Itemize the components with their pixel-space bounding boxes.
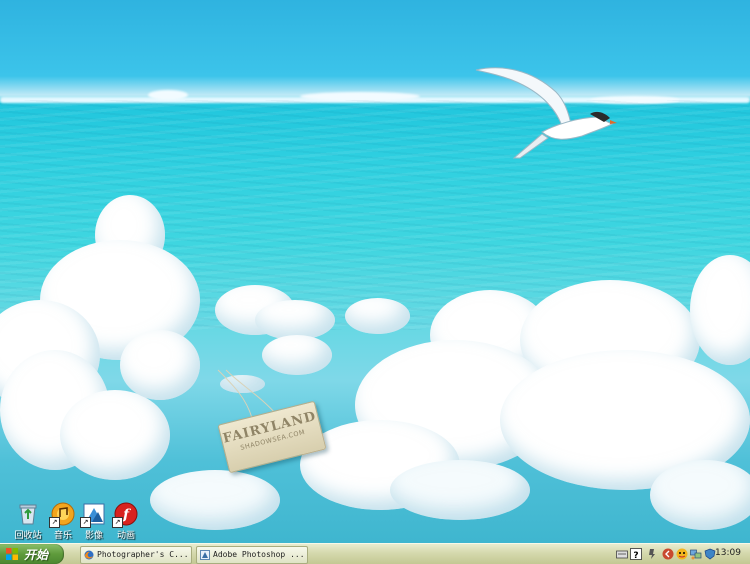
start-button[interactable]: 开始 xyxy=(0,544,64,564)
recycle-bin-icon xyxy=(16,502,40,526)
svg-text:?: ? xyxy=(633,551,638,560)
shortcut-arrow-icon: ↗ xyxy=(49,517,60,528)
start-label: 开始 xyxy=(24,548,49,562)
tray-expand-icon[interactable] xyxy=(662,548,674,560)
music-icon: ↗ xyxy=(49,502,75,528)
task-label: Photographer's C... xyxy=(97,550,189,559)
desktop-icon-recycle-bin[interactable]: 回收站 xyxy=(10,502,46,541)
desktop-icon-video[interactable]: ↗ 影像 xyxy=(76,502,112,541)
shortcut-arrow-icon: ↗ xyxy=(112,517,123,528)
flash-icon: f ↗ xyxy=(112,502,138,528)
video-icon: ↗ xyxy=(80,502,106,528)
task-label: Adobe Photoshop ... xyxy=(213,550,305,559)
photoshop-icon xyxy=(200,550,210,560)
desktop-wallpaper: FAIRYLAND SHADOWSEA.COM xyxy=(0,0,750,543)
seagull-image xyxy=(475,67,617,159)
help-icon[interactable]: ? xyxy=(630,548,642,560)
network-icon[interactable] xyxy=(690,548,702,560)
desktop-icon-label: 回收站 xyxy=(14,531,42,541)
windows-logo-icon xyxy=(6,548,18,560)
clock[interactable]: 13:09 xyxy=(715,548,741,558)
language-bar-icon[interactable] xyxy=(646,548,658,560)
desktop-icon-label: 影像 xyxy=(84,531,103,541)
taskbar: 开始 Photographer's C... Adobe Photoshop .… xyxy=(0,543,750,564)
taskbar-button-photoshop[interactable]: Adobe Photoshop ... xyxy=(196,546,308,564)
taskbar-button-firefox[interactable]: Photographer's C... xyxy=(80,546,192,564)
desktop-icon-label: 动画 xyxy=(116,531,135,541)
firefox-icon xyxy=(84,550,94,560)
messenger-icon[interactable] xyxy=(676,548,688,560)
shortcut-arrow-icon: ↗ xyxy=(80,517,91,528)
keyboard-icon[interactable] xyxy=(616,548,628,560)
desktop-icon-flash[interactable]: f ↗ 动画 xyxy=(108,502,144,541)
